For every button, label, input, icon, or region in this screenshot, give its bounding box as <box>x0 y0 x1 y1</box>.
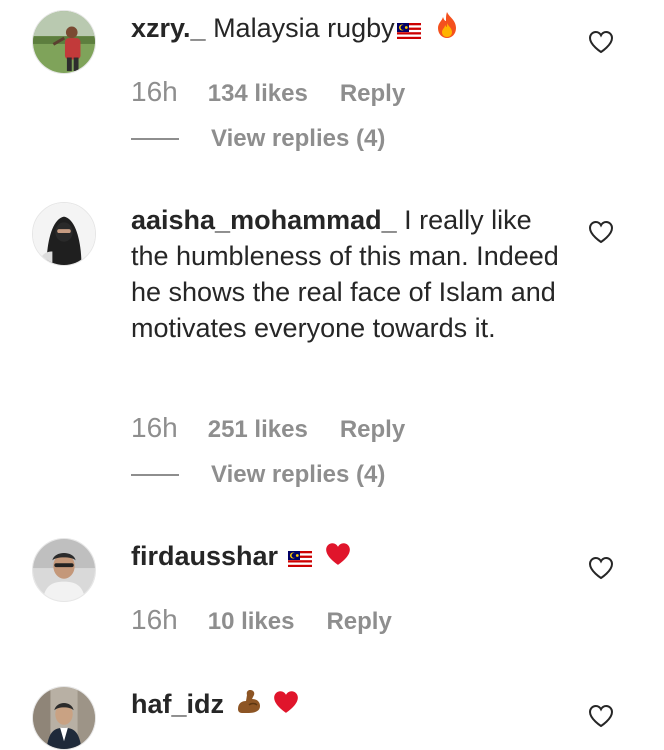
flexed-biceps-icon <box>234 687 262 724</box>
red-heart-icon <box>324 540 352 576</box>
avatar[interactable] <box>32 10 96 74</box>
like-heart-icon[interactable] <box>588 220 614 244</box>
view-replies-button[interactable]: View replies (4) <box>211 461 385 489</box>
avatar-image <box>33 11 95 73</box>
malaysia-flag-icon <box>396 12 421 48</box>
red-heart-icon <box>272 688 300 724</box>
view-replies-divider <box>131 474 179 476</box>
comment-text: Malaysia rugby <box>205 13 395 43</box>
comment-likes[interactable]: 134 likes <box>208 80 308 108</box>
malaysia-flag-icon <box>287 540 312 576</box>
comment-text <box>278 541 286 571</box>
comment-meta: 16h 10 likes Reply <box>131 604 392 638</box>
reply-button[interactable]: Reply <box>340 416 405 444</box>
avatar[interactable] <box>32 538 96 602</box>
comment-likes[interactable]: 10 likes <box>208 608 295 636</box>
comment-body: haf_idz <box>131 686 561 724</box>
comment-meta: 16h 134 likes Reply <box>131 76 405 110</box>
avatar[interactable] <box>32 202 96 266</box>
comment-text <box>224 689 232 719</box>
comment-username[interactable]: xzry._ <box>131 13 206 43</box>
like-heart-icon[interactable] <box>588 556 614 580</box>
comment-username[interactable]: firdausshar <box>131 541 278 571</box>
comment-body: firdausshar <box>131 538 561 576</box>
reply-button[interactable]: Reply <box>340 80 405 108</box>
like-heart-icon[interactable] <box>588 704 614 728</box>
comment-time: 16h <box>131 76 178 107</box>
comment-meta: 16h 251 likes Reply <box>131 412 405 446</box>
avatar[interactable] <box>32 686 96 750</box>
reply-button[interactable]: Reply <box>326 608 391 636</box>
view-replies[interactable]: View replies (4) <box>131 458 385 492</box>
comment-time: 16h <box>131 604 178 635</box>
comment-body: aaisha_mohammad_ I really like the humbl… <box>131 202 561 346</box>
like-heart-icon[interactable] <box>588 30 614 54</box>
comment-likes[interactable]: 251 likes <box>208 416 308 444</box>
view-replies-divider <box>131 138 179 140</box>
fire-icon <box>435 11 459 48</box>
comment-time: 16h <box>131 412 178 443</box>
avatar-image <box>33 687 95 749</box>
view-replies-button[interactable]: View replies (4) <box>211 125 385 153</box>
comment-body: xzry._ Malaysia rugby <box>131 10 561 48</box>
view-replies[interactable]: View replies (4) <box>131 122 385 156</box>
avatar-image <box>33 539 95 601</box>
comment-username[interactable]: haf_idz <box>131 689 224 719</box>
avatar-image <box>33 203 95 265</box>
comment-username[interactable]: aaisha_mohammad_ <box>131 205 397 235</box>
